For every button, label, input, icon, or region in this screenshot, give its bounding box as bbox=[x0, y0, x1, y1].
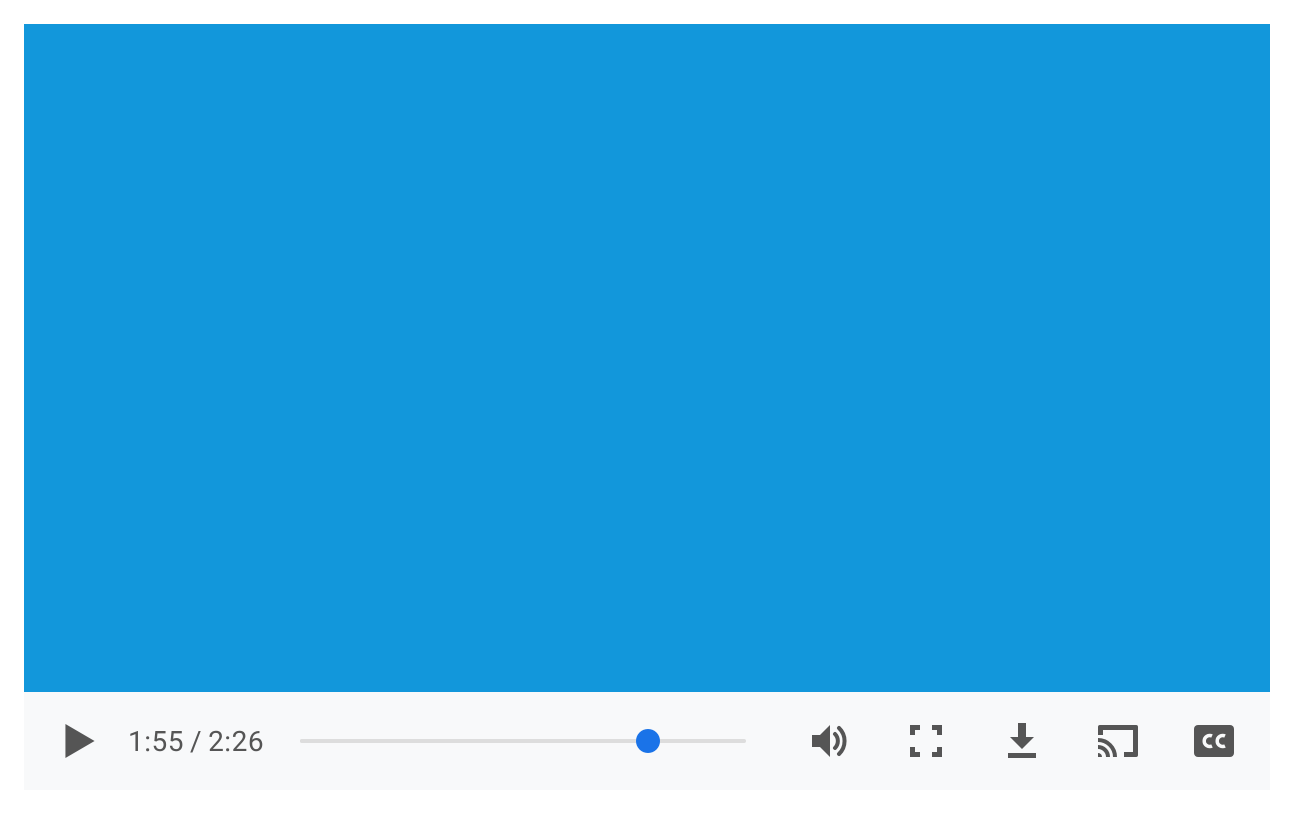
time-display: 1:55 / 2:26 bbox=[128, 725, 264, 758]
volume-icon bbox=[810, 723, 850, 759]
fullscreen-icon bbox=[910, 725, 942, 757]
fullscreen-button[interactable] bbox=[902, 717, 950, 765]
progress-fill bbox=[300, 739, 648, 743]
current-time: 1:55 bbox=[128, 725, 184, 758]
video-controls-bar: 1:55 / 2:26 bbox=[24, 692, 1270, 790]
play-button[interactable] bbox=[56, 717, 104, 765]
closed-captions-button[interactable] bbox=[1190, 717, 1238, 765]
cast-icon bbox=[1098, 725, 1138, 757]
time-separator: / bbox=[190, 725, 202, 758]
video-canvas[interactable] bbox=[24, 24, 1270, 692]
progress-slider[interactable] bbox=[300, 733, 746, 749]
right-controls-group bbox=[806, 717, 1238, 765]
volume-button[interactable] bbox=[806, 717, 854, 765]
cast-button[interactable] bbox=[1094, 717, 1142, 765]
closed-captions-icon bbox=[1194, 725, 1234, 757]
total-duration: 2:26 bbox=[208, 725, 264, 758]
download-button[interactable] bbox=[998, 717, 1046, 765]
video-player: 1:55 / 2:26 bbox=[24, 24, 1270, 790]
download-icon bbox=[1006, 723, 1038, 759]
play-icon bbox=[65, 724, 95, 758]
progress-knob[interactable] bbox=[636, 729, 660, 753]
